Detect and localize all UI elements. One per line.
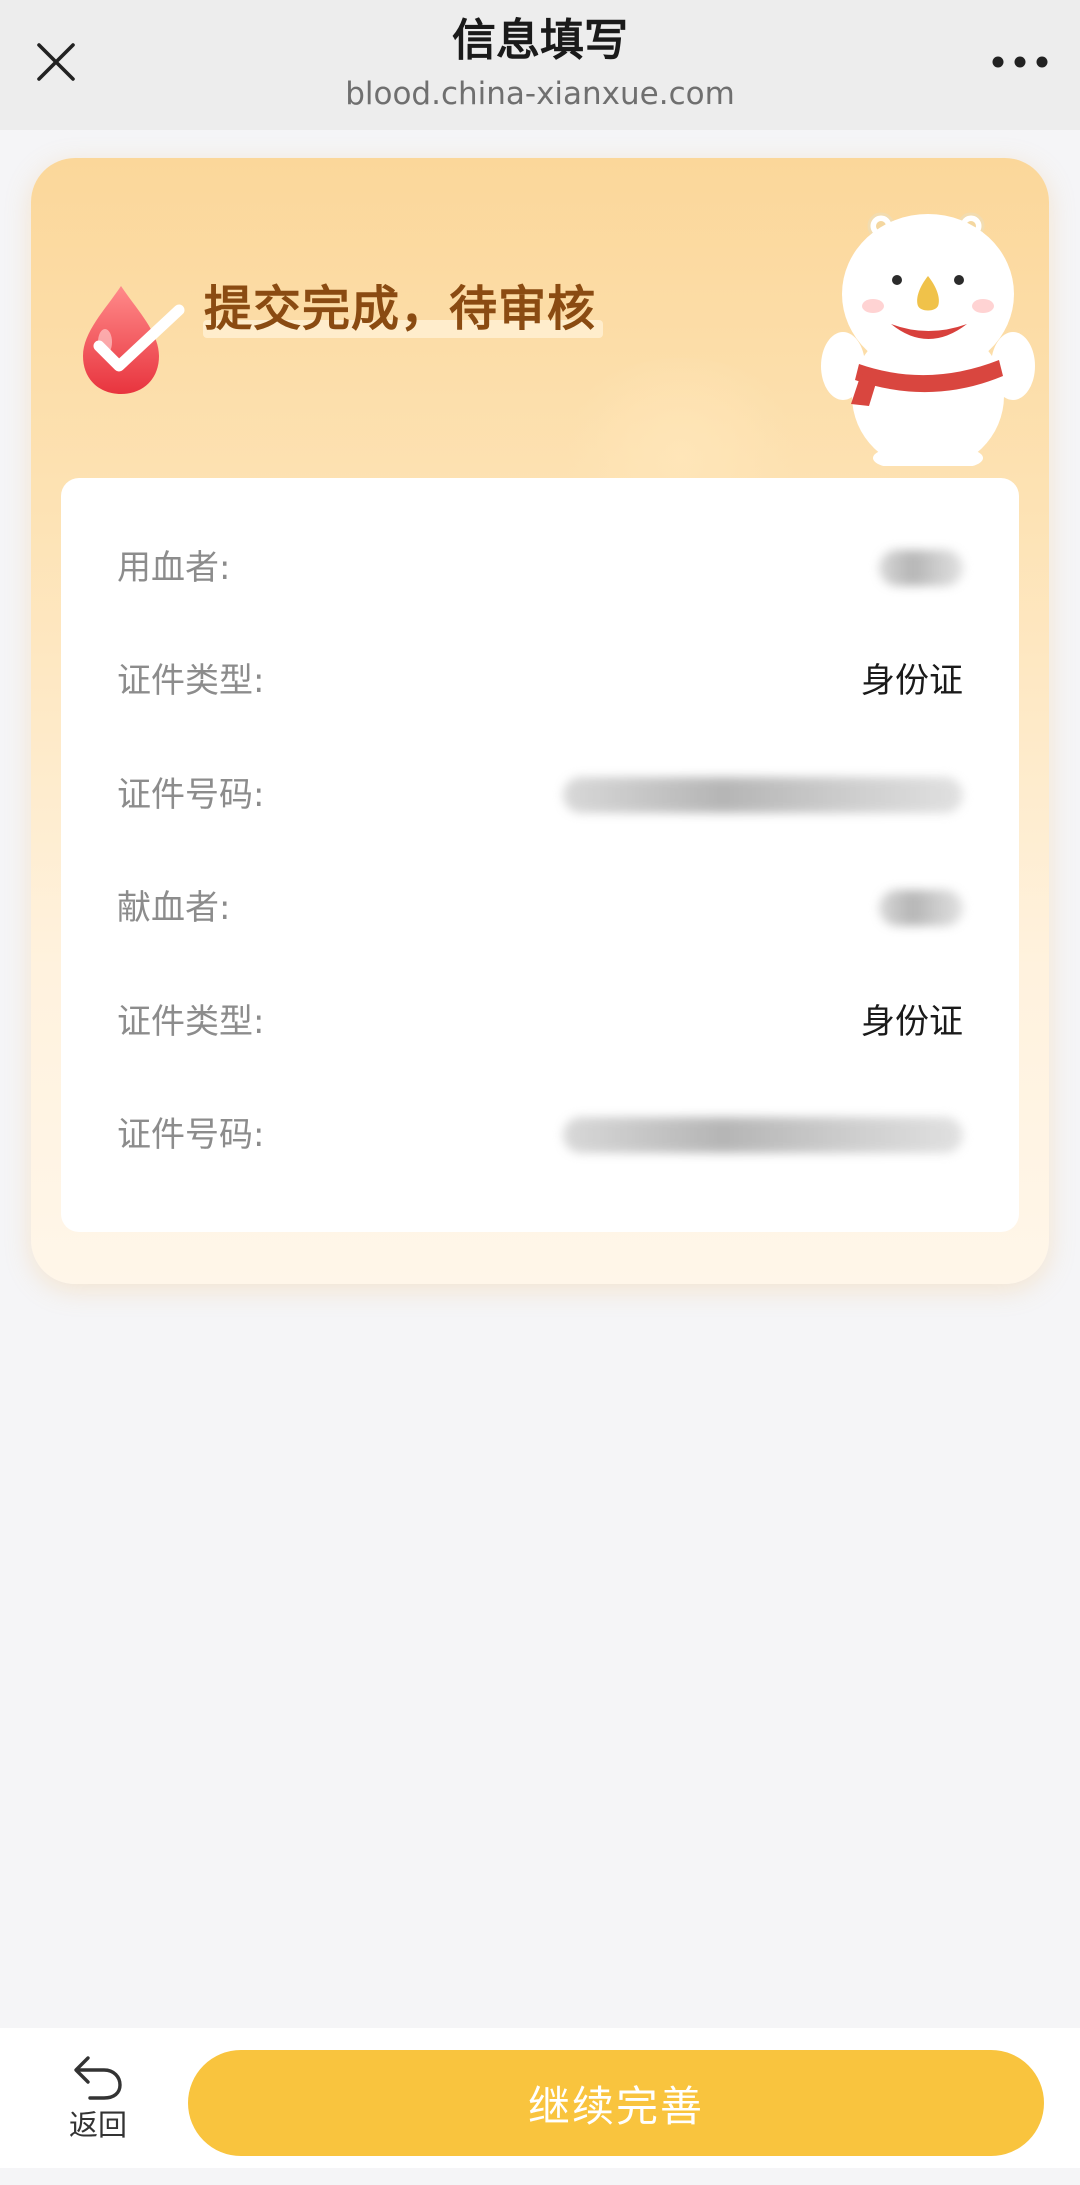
info-label: 证件号码:	[117, 775, 265, 815]
close-icon	[37, 43, 75, 81]
bottom-action-bar: 返回 继续完善	[0, 2028, 1080, 2168]
more-dots-icon	[992, 56, 1048, 68]
info-row-recipient: 用血者:	[117, 538, 963, 598]
bottom-strip	[0, 2168, 1080, 2185]
info-label: 献血者:	[117, 888, 231, 928]
close-button[interactable]	[22, 28, 90, 96]
masked-value	[879, 890, 963, 926]
info-label: 证件号码:	[117, 1115, 265, 1155]
info-panel: 用血者: 证件类型: 身份证 证件号码: 献血者: 证件类型: 身份证 证件号码…	[61, 478, 1019, 1232]
back-label: 返回	[68, 2108, 127, 2142]
info-label: 证件类型:	[117, 1002, 265, 1042]
info-row-id-number: 证件号码:	[117, 1105, 963, 1165]
info-value: 身份证	[861, 1002, 963, 1042]
info-row-id-type: 证件类型: 身份证	[117, 651, 963, 711]
undo-arrow-icon	[74, 2056, 122, 2100]
back-button[interactable]: 返回	[48, 2052, 148, 2152]
continue-button[interactable]: 继续完善	[188, 2050, 1044, 2156]
masked-value	[563, 1117, 963, 1153]
page-url: blood.china-xianxue.com	[345, 76, 735, 112]
top-bar: 信息填写 blood.china-xianxue.com	[0, 0, 1080, 130]
status-card: 提交完成，待审核 用血者: 证件类型: 身份证 证件号码: 献血者: 证件类型:…	[31, 158, 1049, 1284]
info-row-id-type: 证件类型: 身份证	[117, 992, 963, 1052]
masked-value	[879, 550, 963, 586]
page-title: 信息填写	[452, 15, 628, 66]
polar-bear-mascot	[821, 212, 1035, 466]
more-button[interactable]	[982, 32, 1058, 92]
check-blood-drop-icon	[83, 286, 185, 394]
info-row-id-number: 证件号码:	[117, 765, 963, 825]
title-block: 信息填写 blood.china-xianxue.com	[180, 10, 900, 114]
info-label: 证件类型:	[117, 661, 265, 701]
info-row-donor: 献血者:	[117, 878, 963, 938]
info-value: 身份证	[861, 661, 963, 701]
status-title: 提交完成，待审核	[204, 281, 597, 337]
masked-value	[563, 777, 963, 813]
info-label: 用血者:	[117, 548, 231, 588]
